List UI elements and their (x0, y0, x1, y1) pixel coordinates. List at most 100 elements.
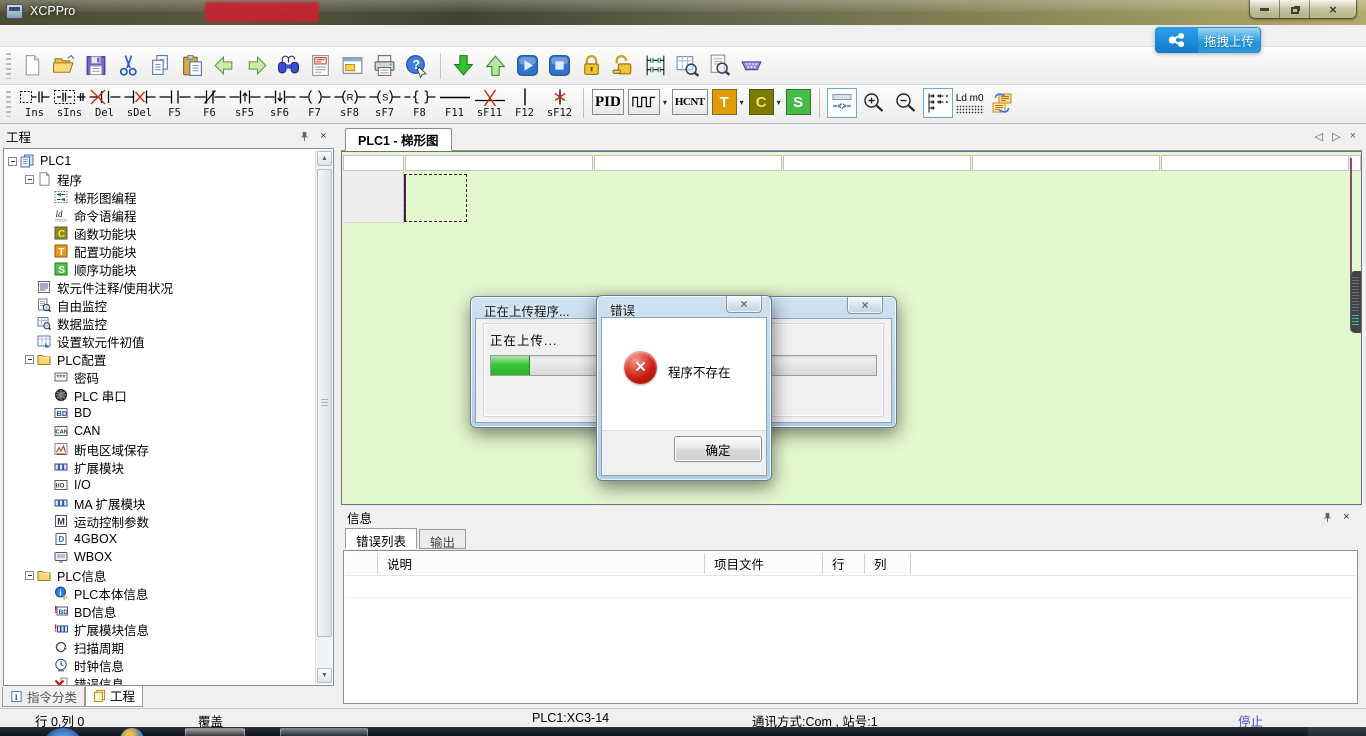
close-panel-icon[interactable]: × (316, 129, 331, 144)
restore-button[interactable] (1280, 0, 1310, 19)
toolbar-grip[interactable] (6, 91, 11, 117)
ins-tool[interactable]: Ins (17, 85, 52, 120)
tree-item-io[interactable]: I/O I/O (4, 476, 333, 494)
vline-del-tool[interactable]: sF12 (542, 85, 577, 120)
coil-set-tool[interactable]: S sF7 (367, 85, 402, 120)
error-list-table[interactable]: 说明 项目文件 行 列 (343, 550, 1358, 704)
scrollbar-thumb[interactable] (317, 169, 332, 637)
error-dialog-close-button[interactable]: × (726, 296, 762, 313)
pulse-button[interactable] (628, 89, 660, 115)
app-icon[interactable] (6, 4, 23, 19)
tab-prev-icon[interactable]: ◁ (1315, 130, 1323, 143)
toolbar-grip[interactable] (6, 53, 11, 79)
ladder-view-button[interactable] (923, 88, 953, 118)
close-panel-icon[interactable]: × (1339, 510, 1354, 525)
tree-item-ext-module[interactable]: 扩展模块 (4, 458, 333, 476)
func-block-tool[interactable]: {} F8 (402, 85, 437, 120)
ladder-selection-cursor[interactable] (404, 174, 467, 222)
pid-button[interactable]: PID (592, 89, 624, 115)
plc-stop-button[interactable] (544, 50, 575, 81)
tree-item-data-monitor-tree[interactable]: 数据监控 (4, 314, 333, 332)
zoom-out-button[interactable] (891, 88, 921, 118)
upload-dialog-close-button[interactable]: × (847, 297, 883, 314)
nav-back-button[interactable] (209, 50, 240, 81)
new-file-button[interactable] (17, 50, 48, 81)
column-header-description[interactable]: 说明 (378, 553, 705, 574)
tree-item-bd-info[interactable]: BD! BD信息 (4, 602, 333, 620)
upload-program-button[interactable] (480, 50, 511, 81)
ok-button[interactable]: 确定 (674, 436, 762, 462)
column-header-selector[interactable] (345, 553, 378, 574)
minimize-button[interactable] (1250, 0, 1280, 19)
instruction-view-button[interactable]: Ld m0 (955, 88, 985, 118)
tree-item-program[interactable]: 程序 (4, 170, 333, 188)
menu-item[interactable] (152, 33, 176, 39)
sequence-button[interactable]: S (786, 89, 811, 115)
menu-item[interactable] (56, 33, 80, 39)
tab-project[interactable]: 工程 (85, 686, 143, 707)
column-header-project-file[interactable]: 项目文件 (705, 553, 823, 574)
system-tray[interactable] (1308, 727, 1366, 736)
convert-button[interactable] (987, 88, 1017, 118)
tree-item-folder[interactable]: PLC配置 (4, 350, 333, 368)
tree-item-folder[interactable]: PLC信息 (4, 566, 333, 584)
print-button[interactable] (369, 50, 400, 81)
contact-no-tool[interactable]: F5 (157, 85, 192, 120)
browser-icon[interactable] (120, 728, 144, 736)
expand-toggle-icon[interactable] (25, 571, 34, 580)
save-file-button[interactable] (81, 50, 112, 81)
tree-item-password[interactable]: *** 密码 (4, 368, 333, 386)
pin-icon[interactable] (1320, 510, 1335, 525)
tree-item-project[interactable]: PLC1 (4, 152, 333, 170)
start-orb-icon[interactable] (42, 728, 84, 736)
taskbar-button[interactable] (280, 728, 368, 736)
menu-item[interactable] (176, 33, 200, 39)
pulse-dropdown-icon[interactable]: ▾ (663, 98, 667, 107)
expand-toggle-icon[interactable] (25, 175, 34, 184)
tree-item-ext-module[interactable]: MA 扩展模块 (4, 494, 333, 512)
tab-close-icon[interactable]: × (1350, 130, 1356, 143)
tree-item-func-c[interactable]: C 函数功能块 (4, 224, 333, 242)
open-file-button[interactable] (49, 50, 80, 81)
tab-output[interactable]: 输出 (419, 529, 466, 549)
menu-item[interactable] (80, 33, 104, 39)
find-button[interactable] (273, 50, 304, 81)
output-window-button[interactable] (337, 50, 368, 81)
timer-dropdown-icon[interactable]: ▾ (740, 98, 744, 107)
tree-item-init-values[interactable]: 设置软元件初值 (4, 332, 333, 350)
hcnt-button[interactable]: HCNT (672, 89, 708, 115)
del-tool[interactable]: Del (87, 85, 122, 120)
cut-button[interactable] (113, 50, 144, 81)
tree-item-serial[interactable]: PLC 串口 (4, 386, 333, 404)
edge-panel-handle[interactable] (1350, 271, 1361, 333)
com-port-button[interactable] (736, 50, 767, 81)
scroll-down-icon[interactable]: ▼ (317, 668, 332, 683)
tree-item-config-t[interactable]: T 配置功能块 (4, 242, 333, 260)
tree-item-error-info[interactable]: 错误信息 (4, 674, 333, 686)
tab-next-icon[interactable]: ▷ (1332, 130, 1340, 143)
column-header-col[interactable]: 列 (865, 553, 911, 574)
tree-item-gbox[interactable]: D 4GBOX (4, 530, 333, 548)
nav-forward-button[interactable] (241, 50, 272, 81)
tree-item-scan-cycle[interactable]: 扫描周期 (4, 638, 333, 656)
zoom-in-button[interactable] (859, 88, 889, 118)
tree-item-free-monitor-tree[interactable]: 自由监控 (4, 296, 333, 314)
plc-run-button[interactable] (512, 50, 543, 81)
lock-button[interactable] (576, 50, 607, 81)
tab-instruction-category[interactable]: I 指令分类 (2, 687, 85, 707)
hline-tool[interactable]: F11 (437, 85, 472, 120)
taskbar-button[interactable] (185, 728, 245, 736)
coil-tool[interactable]: F7 (297, 85, 332, 120)
counter-button[interactable]: C (749, 89, 774, 115)
download-program-button[interactable] (448, 50, 479, 81)
column-header-row[interactable]: 行 (823, 553, 865, 574)
fit-width-button[interactable] (827, 88, 857, 118)
drag-upload-overlay-button[interactable]: 拖拽上传 (1155, 27, 1261, 53)
tree-item-comment[interactable]: 软元件注释/使用状况 (4, 278, 333, 296)
menu-item[interactable] (104, 33, 128, 39)
tree-item-motion[interactable]: M 运动控制参数 (4, 512, 333, 530)
close-button[interactable]: × (1310, 0, 1356, 19)
menu-item[interactable] (8, 33, 32, 39)
menu-item[interactable] (200, 33, 224, 39)
menu-item[interactable] (128, 33, 152, 39)
